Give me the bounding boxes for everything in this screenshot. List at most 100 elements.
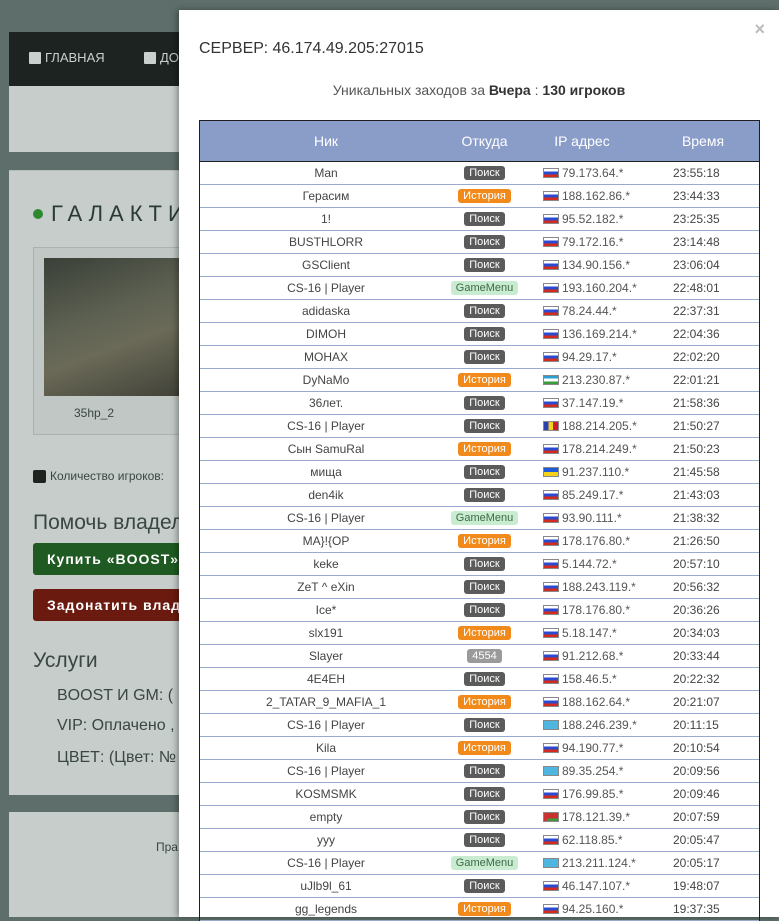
- player-nick[interactable]: CS-16 | Player: [200, 764, 452, 778]
- ip-cell: 89.35.254.*: [517, 764, 647, 778]
- source-badge: Поиск: [464, 258, 505, 272]
- player-nick[interactable]: gg_legends: [200, 902, 452, 916]
- footer-text: Пра: [156, 840, 178, 854]
- table-row: slx191 История 5.18.147.* 20:34:03: [200, 622, 759, 645]
- player-nick[interactable]: KOSMSMK: [200, 787, 452, 801]
- country-flag-icon: [543, 812, 559, 822]
- player-nick[interactable]: Ice*: [200, 603, 452, 617]
- player-nick[interactable]: MA}!{OP: [200, 534, 452, 548]
- player-nick[interactable]: CS-16 | Player: [200, 281, 452, 295]
- source-badge: История: [458, 373, 511, 387]
- ip-address: 89.35.254.*: [562, 764, 624, 778]
- source-badge: Поиск: [464, 166, 505, 180]
- ip-address: 85.249.17.*: [562, 488, 624, 502]
- col-ip[interactable]: IP адрес: [517, 121, 647, 161]
- visit-time: 20:34:03: [673, 626, 720, 640]
- player-nick[interactable]: CS-16 | Player: [200, 718, 452, 732]
- col-from[interactable]: Откуда: [452, 121, 517, 161]
- country-flag-icon: [543, 605, 559, 615]
- source-badge: Поиск: [464, 879, 505, 893]
- col-nick[interactable]: Ник: [200, 121, 452, 161]
- visit-time: 20:21:07: [673, 695, 720, 709]
- player-nick[interactable]: uJlb9l_61: [200, 879, 452, 893]
- source-cell: История: [452, 695, 517, 709]
- unique-sep: :: [530, 82, 543, 98]
- source-badge: GameMenu: [450, 856, 519, 870]
- map-name: 35hp_2: [73, 406, 115, 420]
- player-nick[interactable]: мища: [200, 465, 452, 479]
- table-row: DyNaMo История 213.230.87.* 22:01:21: [200, 369, 759, 392]
- ip-address: 178.121.39.*: [562, 810, 631, 824]
- country-flag-icon: [543, 513, 559, 523]
- player-nick[interactable]: CS-16 | Player: [200, 856, 452, 870]
- ip-cell: 188.243.119.*: [517, 580, 647, 594]
- source-cell: Поиск: [452, 833, 517, 847]
- source-badge: Поиск: [464, 718, 505, 732]
- player-nick[interactable]: ZeT ^ eXin: [200, 580, 452, 594]
- ip-address: 5.18.147.*: [562, 626, 617, 640]
- country-flag-icon: [543, 306, 559, 316]
- player-nick[interactable]: DIMOH: [200, 327, 452, 341]
- visit-time: 23:14:48: [673, 235, 720, 249]
- player-nick[interactable]: MOHAX: [200, 350, 452, 364]
- table-row: empty Поиск 178.121.39.* 20:07:59: [200, 806, 759, 829]
- ip-cell: 78.24.44.*: [517, 304, 647, 318]
- source-badge: Поиск: [464, 787, 505, 801]
- visit-time: 20:05:47: [673, 833, 720, 847]
- country-flag-icon: [543, 467, 559, 477]
- player-nick[interactable]: 1!: [200, 212, 452, 226]
- close-icon[interactable]: ×: [754, 20, 765, 38]
- nav-home[interactable]: ГЛАВНАЯ: [29, 50, 105, 65]
- player-nick[interactable]: Герасим: [200, 189, 452, 203]
- ip-cell: 188.162.86.*: [517, 189, 647, 203]
- visit-time: 22:02:20: [673, 350, 720, 364]
- source-cell: История: [452, 189, 517, 203]
- player-nick[interactable]: CS-16 | Player: [200, 419, 452, 433]
- player-nick[interactable]: slx191: [200, 626, 452, 640]
- player-nick[interactable]: DyNaMo: [200, 373, 452, 387]
- player-nick[interactable]: Man: [200, 166, 452, 180]
- source-badge: Поиск: [464, 327, 505, 341]
- player-nick[interactable]: Slayer: [200, 649, 452, 663]
- country-flag-icon: [543, 191, 559, 201]
- source-badge: Поиск: [464, 235, 505, 249]
- player-nick[interactable]: Kila: [200, 741, 452, 755]
- player-nick[interactable]: 4E4EH: [200, 672, 452, 686]
- player-nick[interactable]: 36лет.: [200, 396, 452, 410]
- ip-address: 176.99.85.*: [562, 787, 624, 801]
- player-nick[interactable]: Сын SamuRal: [200, 442, 452, 456]
- player-nick[interactable]: CS-16 | Player: [200, 511, 452, 525]
- map-card[interactable]: 35hp_2: [33, 247, 195, 435]
- visit-time: 20:22:32: [673, 672, 720, 686]
- source-cell: История: [452, 442, 517, 456]
- source-cell: Поиск: [452, 350, 517, 364]
- player-nick[interactable]: BUSTHLORR: [200, 235, 452, 249]
- player-nick[interactable]: 2_TATAR_9_MAFIA_1: [200, 695, 452, 709]
- ip-cell: 62.118.85.*: [517, 833, 647, 847]
- ip-address: 193.160.204.*: [562, 281, 637, 295]
- col-time[interactable]: Время: [647, 121, 759, 161]
- source-badge: Поиск: [464, 350, 505, 364]
- player-nick[interactable]: yyy: [200, 833, 452, 847]
- visit-time: 20:33:44: [673, 649, 720, 663]
- table-row: 1! Поиск 95.52.182.* 23:25:35: [200, 208, 759, 231]
- visit-time: 22:48:01: [673, 281, 720, 295]
- table-row: adidaska Поиск 78.24.44.* 22:37:31: [200, 300, 759, 323]
- ip-address: 91.237.110.*: [562, 465, 630, 479]
- ip-cell: 46.147.107.*: [517, 879, 647, 893]
- source-cell: Поиск: [452, 235, 517, 249]
- player-nick[interactable]: empty: [200, 810, 452, 824]
- table-row: 2_TATAR_9_MAFIA_1 История 188.162.64.* 20:2…: [200, 691, 759, 714]
- player-nick[interactable]: adidaska: [200, 304, 452, 318]
- player-nick[interactable]: keke: [200, 557, 452, 571]
- service-boost: BOOST И GM: (: [57, 687, 174, 704]
- table-row: Сын SamuRal История 178.214.249.* 21:50:23: [200, 438, 759, 461]
- ip-cell: 85.249.17.*: [517, 488, 647, 502]
- visit-time: 21:58:36: [673, 396, 720, 410]
- nav-donate[interactable]: ДО: [144, 50, 179, 65]
- source-cell: Поиск: [452, 810, 517, 824]
- player-nick[interactable]: GSClient: [200, 258, 452, 272]
- table-row: KOSMSMK Поиск 176.99.85.* 20:09:46: [200, 783, 759, 806]
- ip-address: 79.172.16.*: [562, 235, 624, 249]
- player-nick[interactable]: den4ik: [200, 488, 452, 502]
